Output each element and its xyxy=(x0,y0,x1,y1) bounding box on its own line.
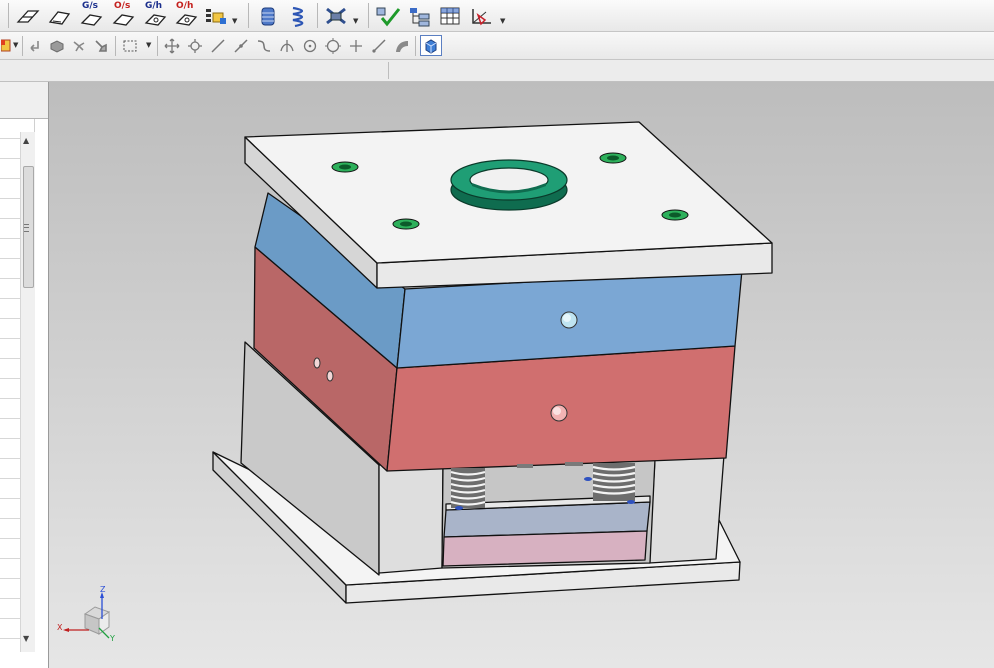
overflow-hole-label: O/h xyxy=(176,1,194,11)
circle-center-icon[interactable] xyxy=(323,37,343,55)
toolbar-separator xyxy=(8,3,9,28)
scroll-grip-icon xyxy=(24,224,29,232)
spring-left xyxy=(450,468,486,510)
table-icon[interactable] xyxy=(437,4,465,28)
support-block-left-front xyxy=(378,463,444,574)
triad-x-label: X xyxy=(57,623,63,632)
box-select-icon[interactable] xyxy=(120,37,140,55)
color-icon[interactable] xyxy=(0,37,12,55)
selection-toolbar: ▼ ▼ xyxy=(0,32,994,60)
arc-icon[interactable] xyxy=(254,37,274,55)
tool-icon[interactable] xyxy=(92,37,110,55)
toolbar-separator xyxy=(368,3,369,28)
toolbar-separator xyxy=(157,36,158,56)
coordinate-triad xyxy=(63,592,111,639)
part-icon[interactable] xyxy=(48,37,66,55)
b-plate-side-hole xyxy=(326,370,334,382)
undo-icon[interactable] xyxy=(26,37,44,55)
tree-icon[interactable] xyxy=(406,4,434,28)
b-plate-water-hole xyxy=(550,404,568,422)
scroll-down-arrow[interactable]: ▼ xyxy=(23,634,29,643)
toolbar-separator xyxy=(22,36,23,56)
b-plate-side-hole xyxy=(313,357,321,369)
line-icon[interactable] xyxy=(208,37,228,55)
scroll-up-arrow[interactable]: ▲ xyxy=(23,136,29,145)
face-select-icon[interactable] xyxy=(46,4,74,28)
view-dropdown-arrow[interactable]: ▼ xyxy=(500,17,505,25)
pointer-icon[interactable] xyxy=(14,4,42,28)
list-icon[interactable] xyxy=(203,4,229,28)
toolbar-separator xyxy=(317,3,318,28)
gate-side-label: G/s xyxy=(82,1,99,11)
cooling-icon[interactable] xyxy=(322,4,350,28)
toolbar-separator xyxy=(388,62,389,79)
ejector-plate xyxy=(442,530,648,567)
main-toolbar: G/s O/s G/h O/h ▼ ▼ ▼ xyxy=(0,0,994,32)
toolbar-separator xyxy=(248,3,249,28)
move-icon[interactable] xyxy=(162,37,182,55)
support-block-right-front xyxy=(648,454,725,564)
toolbar-separator xyxy=(415,36,416,56)
navigator-scrollbar[interactable]: ▲ ▼ xyxy=(20,132,35,652)
secondary-toolbar xyxy=(0,60,994,82)
slash-icon[interactable] xyxy=(369,37,389,55)
point-icon[interactable] xyxy=(277,37,297,55)
check-icon[interactable] xyxy=(373,4,403,28)
locating-ring xyxy=(450,159,568,211)
angle-icon[interactable] xyxy=(392,37,412,55)
cross-icon[interactable] xyxy=(346,37,366,55)
a-plate-water-hole xyxy=(560,311,578,329)
triad-y-label: Y xyxy=(110,634,115,643)
circle-icon[interactable] xyxy=(300,37,320,55)
overflow-side-label: O/s xyxy=(114,1,131,11)
navigator-header xyxy=(0,82,48,119)
mold-assembly[interactable] xyxy=(49,82,994,668)
cooling-dropdown-arrow[interactable]: ▼ xyxy=(353,17,358,25)
snap-icon[interactable] xyxy=(70,37,88,55)
view-icon[interactable] xyxy=(468,4,496,28)
spring-icon[interactable] xyxy=(286,4,312,28)
navigator-panel: ▲ ▼ xyxy=(0,82,49,668)
graphics-viewport[interactable]: Z X Y xyxy=(49,82,994,668)
toolbar-separator xyxy=(115,36,116,56)
curve-icon[interactable] xyxy=(231,37,251,55)
rotate-icon[interactable] xyxy=(185,37,205,55)
color-dropdown-arrow[interactable]: ▼ xyxy=(13,41,18,49)
box-select-dropdown-arrow[interactable]: ▼ xyxy=(146,41,151,49)
triad-z-label: Z xyxy=(100,585,106,594)
cylinder-icon[interactable] xyxy=(255,4,281,28)
list-dropdown-arrow[interactable]: ▼ xyxy=(232,17,237,25)
shaded-cube-icon[interactable] xyxy=(420,35,442,56)
gate-hole-label: G/h xyxy=(145,1,163,11)
